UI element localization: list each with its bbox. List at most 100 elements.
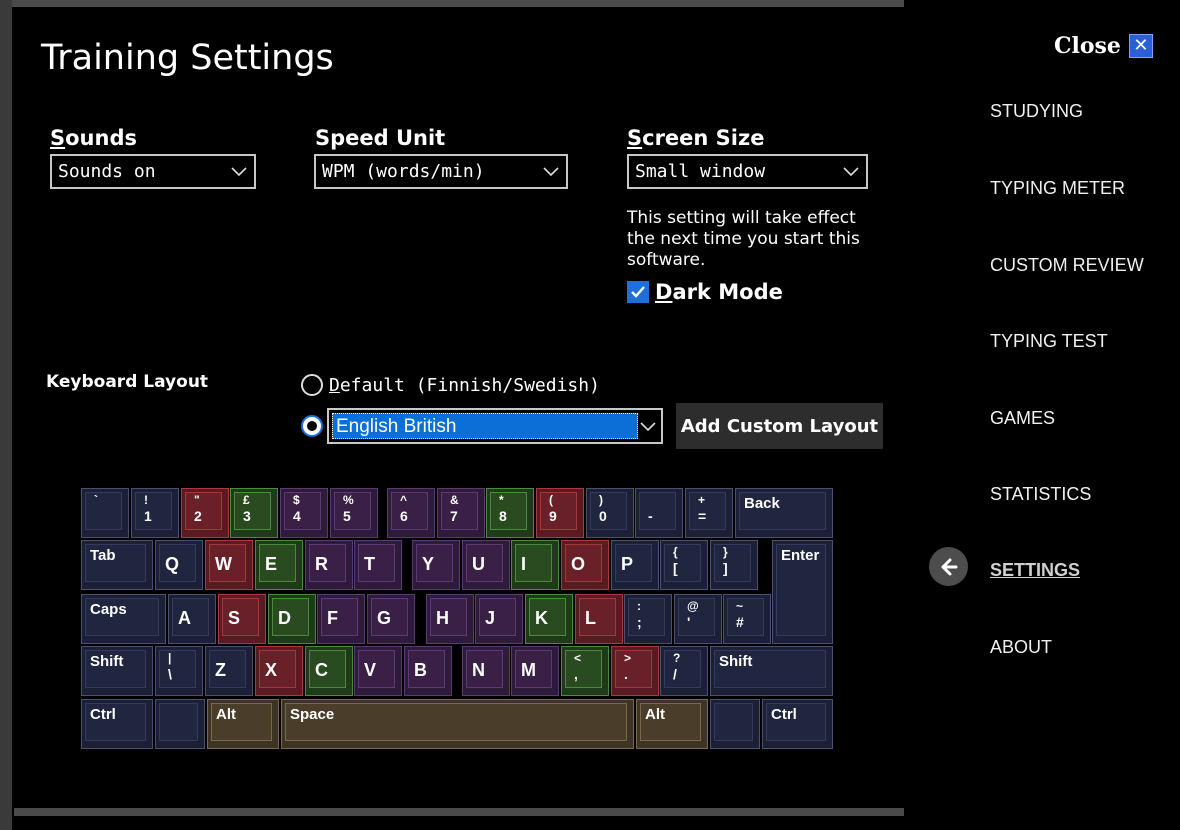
radio-custom-layout[interactable] (301, 415, 323, 437)
key: ` (81, 488, 129, 538)
radio-circle-selected[interactable] (301, 415, 323, 437)
key: X (255, 646, 303, 696)
key-shift-right: Shift (710, 646, 833, 696)
screen-size-label: Screen Size (627, 126, 765, 150)
key: :; (624, 594, 672, 644)
sounds-label: Sounds (50, 126, 137, 150)
key-backspace: Back (735, 488, 833, 538)
key-blank (710, 699, 760, 749)
screen-size-select[interactable]: Small window (627, 154, 868, 189)
close-icon[interactable]: ✕ (1128, 34, 1153, 58)
nav-item-typing-test[interactable]: TYPING TEST (990, 331, 1108, 352)
key-ctrl-right: Ctrl (762, 699, 833, 749)
key: H (426, 594, 474, 644)
key: >. (611, 646, 659, 696)
key: % 5 (330, 488, 378, 538)
key: & 7 (437, 488, 485, 538)
dark-mode-checkbox[interactable]: Dark Mode (627, 280, 783, 304)
key: }] (710, 540, 758, 590)
window-frame-left (0, 0, 12, 830)
key: D (268, 594, 316, 644)
radio-default-layout[interactable]: Default (Finnish/Swedish) (301, 374, 600, 396)
key: Z (205, 646, 253, 696)
key: C (305, 646, 353, 696)
speed-unit-select[interactable]: WPM (words/min) (314, 154, 568, 189)
close-label: Close (1054, 33, 1121, 59)
key: N (462, 646, 510, 696)
key: P (611, 540, 659, 590)
key-alt-left: Alt (207, 699, 279, 749)
key: ^ 6 (387, 488, 435, 538)
key: ? / (660, 646, 708, 696)
key: W (205, 540, 253, 590)
key-caps: Caps (81, 594, 166, 644)
speed-unit-label: Speed Unit (315, 126, 446, 150)
speed-unit-select-value: WPM (words/min) (322, 161, 485, 182)
nav-item-games[interactable]: GAMES (990, 408, 1055, 429)
window-frame-top (0, 0, 904, 7)
key: U (462, 540, 510, 590)
layout-select-value: English British (332, 413, 638, 439)
window-frame-bottom (14, 808, 904, 816)
key: (9 (536, 488, 584, 538)
key: A (168, 594, 216, 644)
key-tab: Tab (81, 540, 153, 590)
key-alt-right: Alt (636, 699, 708, 749)
key: | \ (155, 646, 203, 696)
key: I (511, 540, 559, 590)
key-space: Space (281, 699, 634, 749)
nav-item-statistics[interactable]: STATISTICS (990, 484, 1091, 505)
nav-item-typing-meter[interactable]: TYPING METER (990, 178, 1125, 199)
key: Q (155, 540, 203, 590)
key: J (475, 594, 523, 644)
back-arrow-icon[interactable] (929, 547, 968, 586)
dark-mode-label: Dark Mode (655, 280, 783, 304)
key-ctrl-left: Ctrl (81, 699, 153, 749)
layout-select[interactable]: English British (327, 408, 663, 444)
close-button[interactable]: Close ✕ (1054, 33, 1153, 59)
key: + = (685, 488, 733, 538)
key: $4 (280, 488, 328, 538)
key: O (561, 540, 609, 590)
screen-size-select-value: Small window (635, 161, 766, 182)
keyboard-layout-label: Keyboard Layout (46, 372, 209, 392)
key: S (218, 594, 266, 644)
key: T (354, 540, 402, 590)
key: - (635, 488, 683, 538)
key: " 2 (181, 488, 229, 538)
add-custom-layout-button[interactable]: Add Custom Layout (676, 403, 883, 449)
key-shift-left: Shift (81, 646, 153, 696)
key: £3 (230, 488, 278, 538)
key: F (317, 594, 365, 644)
key: K (525, 594, 573, 644)
sounds-select-value: Sounds on (58, 161, 156, 182)
screen-size-note: This setting will take effect the next t… (627, 208, 860, 270)
key: V (354, 646, 402, 696)
key: ~ # (723, 594, 771, 644)
key: * 8 (486, 488, 534, 538)
nav-item-custom-review[interactable]: CUSTOM REVIEW (990, 255, 1144, 276)
radio-default-label: Default (Finnish/Swedish) (329, 374, 600, 396)
key: ) 0 (586, 488, 634, 538)
key-blank (155, 699, 205, 749)
key: <, (561, 646, 609, 696)
key: Y (412, 540, 460, 590)
key: R (305, 540, 353, 590)
key: {[ (660, 540, 708, 590)
radio-circle[interactable] (301, 374, 323, 396)
chevron-down-icon (543, 167, 559, 177)
checkmark-icon[interactable] (627, 281, 649, 303)
nav-item-about[interactable]: ABOUT (990, 637, 1052, 658)
chevron-down-icon (640, 422, 656, 432)
key: @ ' (674, 594, 722, 644)
key: ! 1 (131, 488, 179, 538)
nav-item-studying[interactable]: STUDYING (990, 101, 1083, 122)
key: L (575, 594, 623, 644)
key: B (404, 646, 452, 696)
nav-item-settings[interactable]: SETTINGS (990, 560, 1080, 581)
key: E (255, 540, 303, 590)
key-enter: Enter (772, 540, 833, 644)
page-title: Training Settings (41, 38, 334, 78)
sounds-select[interactable]: Sounds on (50, 154, 256, 189)
key: M (511, 646, 559, 696)
